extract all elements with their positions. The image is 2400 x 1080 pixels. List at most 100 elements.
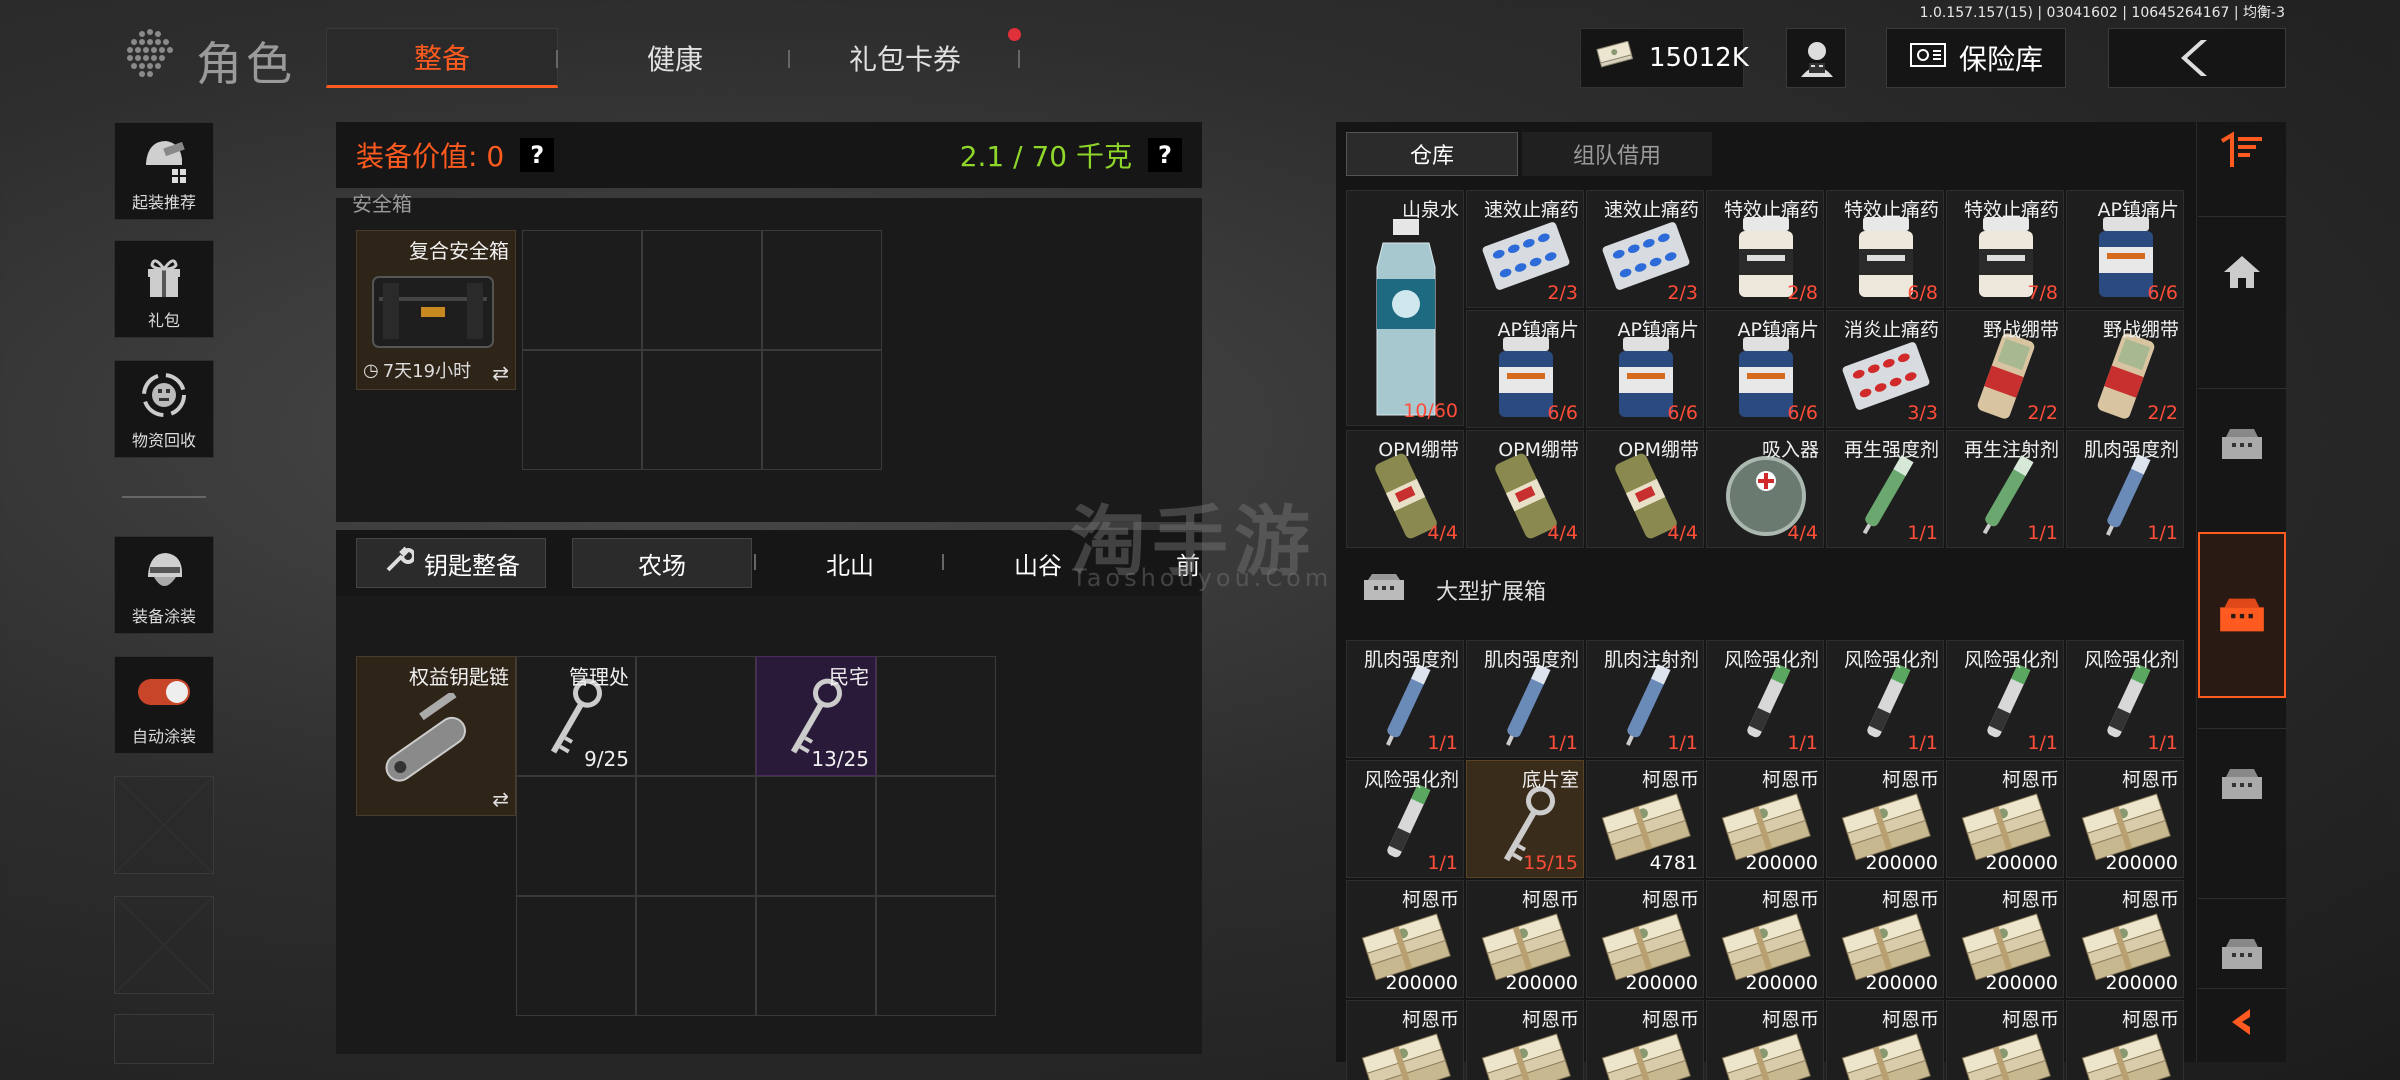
inventory-item[interactable]: 柯恩币 200000: [1706, 880, 1824, 998]
inventory-item[interactable]: 速效止痛药 2/3: [1586, 190, 1704, 308]
key-organize-button[interactable]: 钥匙整备: [356, 538, 546, 588]
inventory-item[interactable]: 柯恩币 200000: [2066, 880, 2184, 998]
inventory-item[interactable]: 特效止痛药 7/8: [1946, 190, 2064, 308]
currency-display[interactable]: 15012K: [1580, 28, 1749, 88]
key-slot[interactable]: [876, 896, 996, 1016]
inventory-item[interactable]: 风险强化剂 1/1: [1706, 640, 1824, 758]
inventory-item[interactable]: 再生强度剂 1/1: [1826, 430, 1944, 548]
inventory-item[interactable]: 柯恩币 200000: [1946, 760, 2064, 878]
inventory-item[interactable]: 柯恩币 200000: [1706, 760, 1824, 878]
container-button-active[interactable]: [2198, 532, 2286, 698]
inventory-item[interactable]: 肌肉强度剂 1/1: [1346, 640, 1464, 758]
key-tab-farm[interactable]: 农场: [572, 538, 752, 588]
swap-icon[interactable]: ⇄: [492, 361, 509, 385]
sort-button[interactable]: [2198, 96, 2286, 206]
inventory-item[interactable]: 柯恩币: [1346, 1000, 1464, 1080]
inventory-item[interactable]: 底片室 15/15: [1466, 760, 1584, 878]
inventory-item[interactable]: 山泉水 10/60: [1346, 190, 1464, 426]
insurance-agent-button[interactable]: [1786, 28, 1846, 88]
tab-warehouse[interactable]: 仓库: [1346, 132, 1518, 176]
key-tab-north-mountain[interactable]: 北山: [760, 538, 940, 588]
inventory-item[interactable]: 速效止痛药 2/3: [1466, 190, 1584, 308]
timer-text: 7天19小时: [382, 361, 472, 382]
inventory-item[interactable]: 柯恩币 200000: [1826, 880, 1944, 998]
collapse-button[interactable]: [2198, 988, 2286, 1054]
inventory-item[interactable]: 肌肉强度剂 1/1: [2066, 430, 2184, 548]
inventory-item[interactable]: 柯恩币: [1466, 1000, 1584, 1080]
inventory-item[interactable]: OPM绷带 4/4: [1586, 430, 1704, 548]
inventory-item[interactable]: OPM绷带 4/4: [1346, 430, 1464, 548]
safe-slot[interactable]: [762, 230, 882, 350]
safe-slot[interactable]: [522, 230, 642, 350]
tab-equip[interactable]: 整备: [326, 28, 558, 88]
inventory-item[interactable]: 柯恩币 200000: [1346, 880, 1464, 998]
inventory-item[interactable]: AP镇痛片 6/6: [1466, 310, 1584, 428]
item-name: 柯恩币: [1761, 1009, 1819, 1031]
safe-slot[interactable]: [522, 350, 642, 470]
key-slot[interactable]: 民宅 13/25: [756, 656, 876, 776]
sidebar-gear-paint[interactable]: 装备涂装: [114, 536, 214, 634]
key-slot[interactable]: [876, 776, 996, 896]
inventory-item[interactable]: 风险强化剂 1/1: [2066, 640, 2184, 758]
key-slot[interactable]: 管理处 9/25: [516, 656, 636, 776]
back-button[interactable]: [2108, 28, 2286, 88]
inventory-item[interactable]: AP镇痛片 6/6: [2066, 190, 2184, 308]
inventory-item[interactable]: 野战绷带 2/2: [1946, 310, 2064, 428]
vault-button[interactable]: 保险库: [1886, 28, 2066, 88]
inventory-item[interactable]: OPM绷带 4/4: [1466, 430, 1584, 548]
tab-health[interactable]: 健康: [560, 28, 790, 88]
safe-box-item[interactable]: 复合安全箱 ◷ 7天19小时 ⇄: [356, 230, 516, 390]
inventory-item[interactable]: 柯恩币: [1706, 1000, 1824, 1080]
inventory-item[interactable]: 特效止痛药 6/8: [1826, 190, 1944, 308]
inventory-item[interactable]: 柯恩币 200000: [1586, 880, 1704, 998]
inventory-item[interactable]: 柯恩币 200000: [2066, 760, 2184, 878]
extension-box-header[interactable]: 大型扩展箱: [1362, 572, 1546, 608]
inventory-item[interactable]: 吸入器 4/4: [1706, 430, 1824, 548]
inventory-item[interactable]: 特效止痛药 2/8: [1706, 190, 1824, 308]
tab-gift-vouchers[interactable]: 礼包卡券: [790, 28, 1020, 88]
inventory-item[interactable]: 柯恩币: [1826, 1000, 1944, 1080]
key-slot[interactable]: [756, 776, 876, 896]
inventory-item[interactable]: AP镇痛片 6/6: [1706, 310, 1824, 428]
item-count: 1/1: [1427, 732, 1458, 754]
inventory-item[interactable]: 柯恩币 4781: [1586, 760, 1704, 878]
key-slot[interactable]: [516, 776, 636, 896]
inventory-item[interactable]: 再生注射剂 1/1: [1946, 430, 2064, 548]
inventory-item[interactable]: 柯恩币 200000: [1946, 880, 2064, 998]
sidebar-loadout-recommend[interactable]: 起装推荐: [114, 122, 214, 220]
inventory-item[interactable]: 野战绷带 2/2: [2066, 310, 2184, 428]
keychain-item[interactable]: 权益钥匙链 ⇄: [356, 656, 516, 816]
inventory-item[interactable]: 柯恩币: [1586, 1000, 1704, 1080]
inventory-item[interactable]: 柯恩币: [2066, 1000, 2184, 1080]
safe-slot[interactable]: [642, 350, 762, 470]
key-slot[interactable]: [876, 656, 996, 776]
key-slot[interactable]: [756, 896, 876, 1016]
key-slot[interactable]: [516, 896, 636, 1016]
safe-slot[interactable]: [642, 230, 762, 350]
inventory-item[interactable]: 柯恩币 200000: [1466, 880, 1584, 998]
sidebar-gift[interactable]: 礼包: [114, 240, 214, 338]
inventory-item[interactable]: 消炎止痛药 3/3: [1826, 310, 1944, 428]
safe-slot[interactable]: [762, 350, 882, 470]
sidebar-auto-paint[interactable]: 自动涂装: [114, 656, 214, 754]
item-name: 柯恩币: [2001, 769, 2059, 791]
key-slot[interactable]: [636, 656, 756, 776]
inventory-item[interactable]: 肌肉强度剂 1/1: [1466, 640, 1584, 758]
inventory-item[interactable]: 风险强化剂 1/1: [1346, 760, 1464, 878]
inventory-item[interactable]: 肌肉注射剂 1/1: [1586, 640, 1704, 758]
inventory-item[interactable]: 柯恩币: [1946, 1000, 2064, 1080]
inventory-item[interactable]: AP镇痛片 6/6: [1586, 310, 1704, 428]
container-button[interactable]: [2198, 388, 2286, 498]
container-button[interactable]: [2198, 728, 2286, 838]
help-icon[interactable]: ?: [520, 138, 555, 172]
sidebar-recycle[interactable]: 物资回收: [114, 360, 214, 458]
help-icon[interactable]: ?: [1148, 138, 1182, 172]
home-button[interactable]: [2198, 216, 2286, 326]
inventory-item[interactable]: 风险强化剂 1/1: [1946, 640, 2064, 758]
inventory-item[interactable]: 风险强化剂 1/1: [1826, 640, 1944, 758]
inventory-item[interactable]: 柯恩币 200000: [1826, 760, 1944, 878]
key-slot[interactable]: [636, 896, 756, 1016]
tab-team-borrow[interactable]: 组队借用: [1522, 132, 1712, 176]
key-slot[interactable]: [636, 776, 756, 896]
swap-icon[interactable]: ⇄: [492, 787, 509, 811]
